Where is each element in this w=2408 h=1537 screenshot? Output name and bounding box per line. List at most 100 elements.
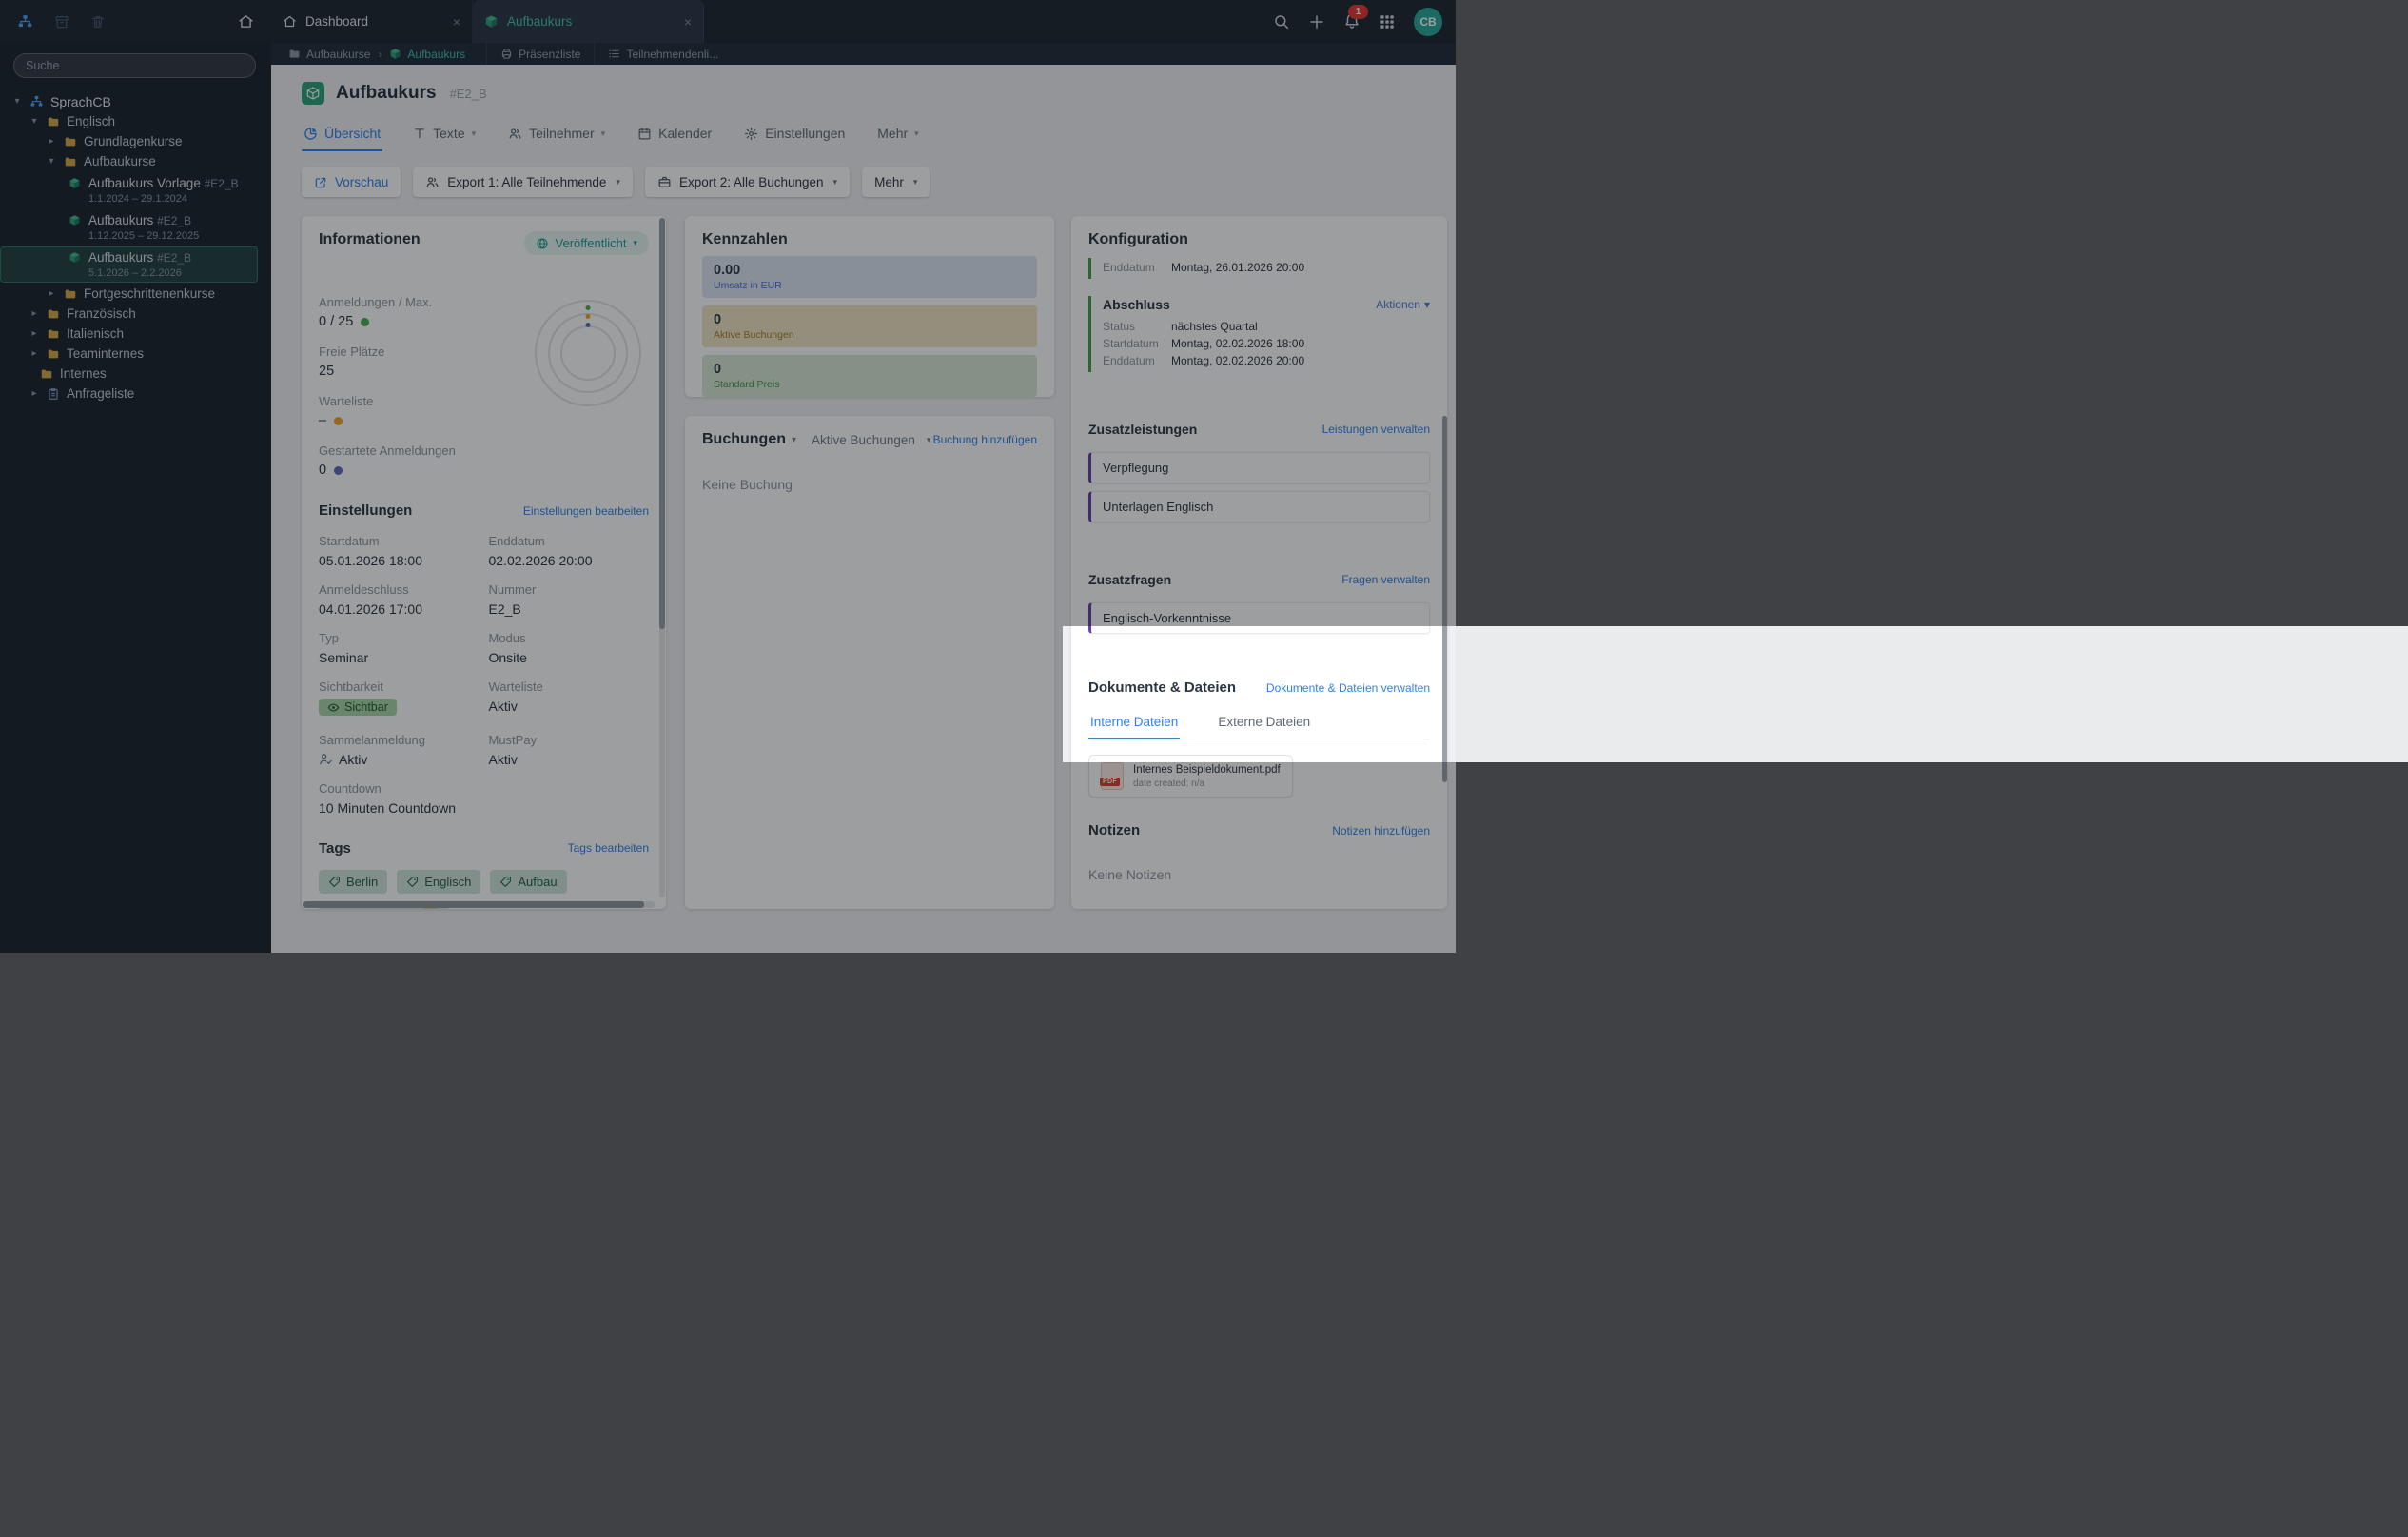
tour-spotlight-background xyxy=(1456,626,2408,762)
tab-einstellungen[interactable]: Einstellungen xyxy=(742,122,847,151)
buchung-hinzufuegen-link[interactable]: Buchung hinzufügen xyxy=(933,433,1037,446)
informationen-vertical-scrollbar[interactable] xyxy=(659,218,665,897)
folder-icon xyxy=(47,307,60,321)
eye-icon xyxy=(327,701,340,714)
informationen-horizontal-scrollbar[interactable] xyxy=(303,901,655,908)
view-praesenzliste[interactable]: Präsenzliste xyxy=(486,43,594,65)
breadcrumb-folder[interactable]: Aufbaukurse xyxy=(283,48,376,61)
close-icon[interactable]: × xyxy=(684,15,692,29)
chevron-right-icon[interactable]: ▸ xyxy=(29,328,40,339)
dokumente-verwalten-link[interactable]: Dokumente & Dateien verwalten xyxy=(1266,681,1430,695)
leistung-item[interactable]: Unterlagen Englisch xyxy=(1088,491,1430,522)
tab-dashboard[interactable]: Dashboard × xyxy=(271,0,473,43)
sidebar-item-anfrageliste[interactable]: ▸ Anfrageliste xyxy=(0,384,271,404)
tab-texte[interactable]: Texte ▾ xyxy=(411,122,478,151)
sidebar-item-grundlagenkurse[interactable]: ▸ Grundlagenkurse xyxy=(0,131,271,151)
sidebar-course-2025[interactable]: Aufbaukurs #E2_B 1.12.2025 – 29.12.2025 xyxy=(0,209,258,246)
stat-freie-plaetze: Freie Plätze 25 xyxy=(319,345,514,379)
tab-kalender[interactable]: Kalender xyxy=(636,122,714,151)
export2-button[interactable]: Export 2: Alle Buchungen ▾ xyxy=(645,167,850,197)
row-value: Montag, 02.02.2026 18:00 xyxy=(1171,335,1304,352)
tab-aufbaukurs[interactable]: Aufbaukurs × xyxy=(473,0,704,43)
plus-icon[interactable] xyxy=(1308,13,1325,30)
chevron-right-icon[interactable]: ▸ xyxy=(29,348,40,359)
kpi-label: Umsatz in EUR xyxy=(714,280,1026,291)
view-teilnehmendenliste[interactable]: Teilnehmendenli... xyxy=(594,43,732,65)
chevron-right-icon[interactable]: ▸ xyxy=(46,136,57,147)
pdf-icon-label: PDF xyxy=(1100,778,1120,786)
tab-uebersicht[interactable]: Übersicht xyxy=(302,122,382,151)
caret-down-icon[interactable]: ▾ xyxy=(11,96,23,107)
kpi-value: 0 xyxy=(714,312,1026,327)
notifications-button[interactable]: 1 xyxy=(1343,12,1361,30)
aktionen-dropdown[interactable]: Aktionen ▾ xyxy=(1376,298,1430,311)
tab-mehr[interactable]: Mehr ▾ xyxy=(875,122,920,151)
caret-down-icon[interactable]: ▾ xyxy=(29,116,40,127)
vorschau-button[interactable]: Vorschau xyxy=(302,167,401,197)
sidebar-englisch-label: Englisch xyxy=(67,114,115,128)
leistungen-verwalten-link[interactable]: Leistungen verwalten xyxy=(1322,423,1430,436)
status-dropdown[interactable]: Veröffentlicht ▾ xyxy=(524,231,649,255)
archive-icon[interactable] xyxy=(54,14,69,30)
export1-button[interactable]: Export 1: Alle Teilnehmende ▾ xyxy=(413,167,633,197)
course-name: Aufbaukurs xyxy=(88,213,153,227)
sidebar-item-fortgeschrittenenkurse[interactable]: ▸ Fortgeschrittenenkurse xyxy=(0,284,271,304)
mehr-button[interactable]: Mehr ▾ xyxy=(862,167,930,197)
tab-interne-dateien[interactable]: Interne Dateien xyxy=(1088,707,1180,739)
sidebar-item-italienisch[interactable]: ▸ Italienisch xyxy=(0,324,271,344)
sidebar-item-root[interactable]: ▾ SprachCB xyxy=(0,91,271,111)
search-icon[interactable] xyxy=(1273,13,1290,30)
frage-item[interactable]: Englisch-Vorkenntnisse xyxy=(1088,602,1430,634)
apps-grid-icon[interactable] xyxy=(1379,13,1396,30)
sidebar-item-englisch[interactable]: ▾ Englisch xyxy=(0,111,271,131)
kpi-label: Standard Preis xyxy=(714,379,1026,390)
close-icon[interactable]: × xyxy=(453,15,460,29)
tab-teilnehmer[interactable]: Teilnehmer ▾ xyxy=(506,122,607,151)
trash-icon[interactable] xyxy=(90,14,106,30)
sidebar-anfrageliste-label: Anfrageliste xyxy=(67,386,134,401)
notizen-hinzufuegen-link[interactable]: Notizen hinzufügen xyxy=(1332,824,1430,837)
tab-externe-dateien[interactable]: Externe Dateien xyxy=(1216,707,1312,739)
kennzahlen-title: Kennzahlen xyxy=(702,231,788,247)
scrollbar-thumb[interactable] xyxy=(659,218,665,629)
tag-chip[interactable]: Englisch xyxy=(397,870,480,894)
chevron-right-icon[interactable]: ▸ xyxy=(29,388,40,399)
clipboard-icon xyxy=(47,387,60,401)
buchungen-filter-dropdown[interactable]: Aktive Buchungen ▾ xyxy=(812,433,930,447)
leistung-item[interactable]: Verpflegung xyxy=(1088,452,1430,483)
sidebar-course-2026-selected[interactable]: Aufbaukurs #E2_B 5.1.2026 – 2.2.2026 xyxy=(0,246,258,283)
einstellungen-section-header: Einstellungen Einstellungen bearbeiten xyxy=(319,502,649,519)
stat-value: 25 xyxy=(319,364,334,379)
field-label: Sichtbarkeit xyxy=(319,680,480,694)
stat-label: Gestartete Anmeldungen xyxy=(319,443,514,458)
sidebar-italienisch-label: Italienisch xyxy=(67,326,124,341)
stat-value: 0 xyxy=(319,463,326,478)
page-title: Aufbaukurs xyxy=(336,83,437,104)
sidebar-item-aufbaukurse[interactable]: ▾ Aufbaukurse xyxy=(0,151,271,171)
tag-chip[interactable]: Aufbau xyxy=(490,870,566,894)
chevron-right-icon[interactable]: ▸ xyxy=(46,288,57,299)
sitemap-icon[interactable] xyxy=(17,13,33,30)
einstellungen-bearbeiten-link[interactable]: Einstellungen bearbeiten xyxy=(523,504,649,518)
search-input[interactable] xyxy=(13,53,256,78)
caret-down-icon[interactable]: ▾ xyxy=(46,156,57,167)
konfiguration-scrollbar-thumb[interactable] xyxy=(1442,416,1447,782)
badge-label: Sichtbar xyxy=(344,700,388,714)
file-card[interactable]: PDF Internes Beispieldokument.pdf date c… xyxy=(1088,755,1293,798)
tags-bearbeiten-link[interactable]: Tags bearbeiten xyxy=(568,841,649,855)
fragen-verwalten-link[interactable]: Fragen verwalten xyxy=(1341,573,1430,586)
scrollbar-thumb[interactable] xyxy=(303,901,644,908)
tag-chip[interactable]: Berlin xyxy=(319,870,387,894)
home-icon[interactable] xyxy=(238,13,254,30)
tag-icon xyxy=(499,876,512,888)
sidebar-course-vorlage[interactable]: Aufbaukurs Vorlage #E2_B 1.1.2024 – 29.1… xyxy=(0,172,258,208)
caret-down-icon[interactable]: ▾ xyxy=(792,435,796,445)
sidebar-item-internes[interactable]: Internes xyxy=(0,364,271,384)
sidebar-item-teaminternes[interactable]: ▸ Teaminternes xyxy=(0,344,271,364)
page-tabs: Übersicht Texte ▾ Teilnehmer ▾ Kalender … xyxy=(302,122,921,151)
avatar[interactable]: CB xyxy=(1414,8,1442,36)
chevron-right-icon[interactable]: ▸ xyxy=(29,308,40,319)
breadcrumb-current[interactable]: Aufbaukurs xyxy=(383,48,471,61)
sidebar-item-franzoesisch[interactable]: ▸ Französisch xyxy=(0,304,271,324)
field-value: 02.02.2026 20:00 xyxy=(489,553,650,568)
